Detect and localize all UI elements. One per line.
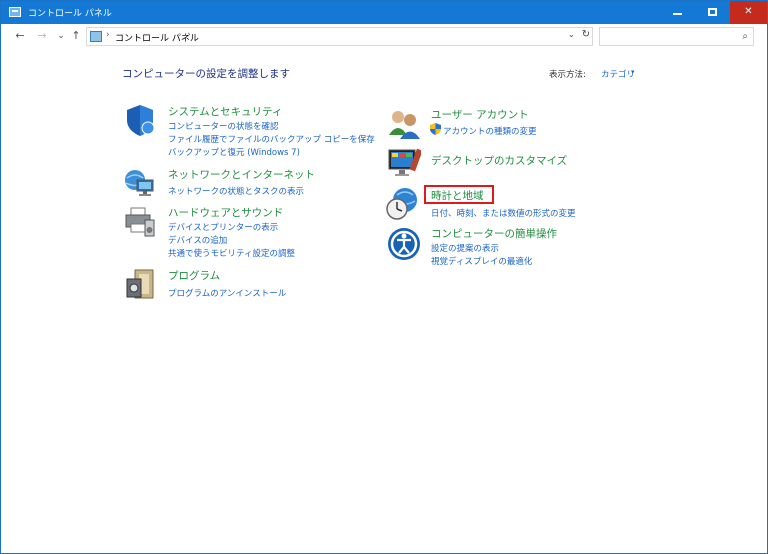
category-appearance[interactable]: デスクトップのカスタマイズ bbox=[431, 153, 567, 168]
link-add-device[interactable]: デバイスの追加 bbox=[168, 234, 227, 246]
category-network-internet[interactable]: ネットワークとインターネット bbox=[168, 167, 315, 182]
accessibility-icon[interactable] bbox=[387, 227, 421, 261]
desktop-icon[interactable] bbox=[387, 146, 421, 180]
search-box[interactable]: ⌕ bbox=[599, 27, 754, 46]
clock-globe-icon[interactable] bbox=[385, 187, 419, 221]
view-by-dropdown[interactable]: カテゴリ bbox=[601, 68, 635, 80]
link-network-status[interactable]: ネットワークの状態とタスクの表示 bbox=[168, 185, 304, 197]
users-icon[interactable] bbox=[387, 107, 421, 141]
programs-icon[interactable] bbox=[123, 267, 157, 301]
breadcrumb-separator-end[interactable]: › bbox=[187, 30, 191, 40]
network-icon[interactable] bbox=[123, 166, 157, 200]
refresh-icon[interactable]: ↻ bbox=[579, 28, 593, 42]
maximize-button[interactable] bbox=[695, 1, 729, 24]
link-uninstall-program[interactable]: プログラムのアンインストール bbox=[168, 287, 286, 299]
link-backup-restore[interactable]: バックアップと復元 (Windows 7) bbox=[168, 146, 300, 158]
category-user-accounts[interactable]: ユーザー アカウント bbox=[431, 107, 529, 122]
printer-icon[interactable] bbox=[123, 204, 157, 238]
breadcrumb-separator[interactable]: › bbox=[106, 30, 110, 40]
view-by-caret-icon[interactable]: ▾ bbox=[631, 68, 635, 76]
recent-locations-button[interactable]: ⌄ bbox=[54, 29, 68, 43]
title-bar[interactable]: コントロール パネル ✕ bbox=[1, 1, 767, 24]
control-panel-icon bbox=[90, 31, 102, 42]
address-bar[interactable]: › コントロール パネル › ⌄ bbox=[86, 27, 593, 46]
link-devices-printers[interactable]: デバイスとプリンターの表示 bbox=[168, 221, 278, 233]
close-button[interactable]: ✕ bbox=[730, 1, 767, 24]
link-mobility-settings[interactable]: 共通で使うモビリティ設定の調整 bbox=[168, 247, 295, 259]
view-by-label: 表示方法: bbox=[549, 70, 586, 80]
window-title: コントロール パネル bbox=[28, 9, 112, 19]
highlight-box bbox=[424, 185, 494, 204]
category-programs[interactable]: プログラム bbox=[168, 268, 220, 283]
link-file-history[interactable]: ファイル履歴でファイルのバックアップ コピーを保存 bbox=[168, 133, 375, 145]
link-change-account-type[interactable]: アカウントの種類の変更 bbox=[443, 125, 537, 137]
search-icon[interactable]: ⌕ bbox=[742, 31, 748, 42]
uac-shield-icon bbox=[430, 123, 441, 135]
control-panel-window: コントロール パネル ✕ ← → ⌄ ↑ › コントロール パネル › ⌄ ↻ … bbox=[0, 0, 768, 554]
category-hardware-sound[interactable]: ハードウェアとサウンド bbox=[168, 205, 283, 220]
page-heading: コンピューターの設定を調整します bbox=[122, 68, 290, 80]
close-icon: ✕ bbox=[744, 6, 753, 17]
minimize-button[interactable] bbox=[660, 1, 694, 24]
minimize-icon bbox=[673, 13, 682, 15]
address-dropdown-icon[interactable]: ⌄ bbox=[568, 30, 575, 39]
forward-button[interactable]: → bbox=[35, 29, 49, 43]
shield-icon[interactable] bbox=[123, 103, 157, 137]
maximize-icon bbox=[708, 8, 717, 16]
link-date-time-format[interactable]: 日付、時刻、または数値の形式の変更 bbox=[431, 207, 576, 219]
category-system-security[interactable]: システムとセキュリティ bbox=[168, 104, 283, 119]
category-ease-of-access[interactable]: コンピューターの簡単操作 bbox=[431, 226, 557, 241]
navigation-bar: ← → ⌄ ↑ › コントロール パネル › ⌄ ↻ ⌕ bbox=[1, 24, 767, 50]
link-optimize-display[interactable]: 視覚ディスプレイの最適化 bbox=[431, 255, 532, 267]
back-button[interactable]: ← bbox=[13, 29, 27, 43]
control-panel-app-icon bbox=[9, 7, 21, 17]
link-suggested-settings[interactable]: 設定の提案の表示 bbox=[431, 242, 499, 254]
link-check-status[interactable]: コンピューターの状態を確認 bbox=[168, 120, 279, 132]
up-button[interactable]: ↑ bbox=[69, 29, 83, 43]
